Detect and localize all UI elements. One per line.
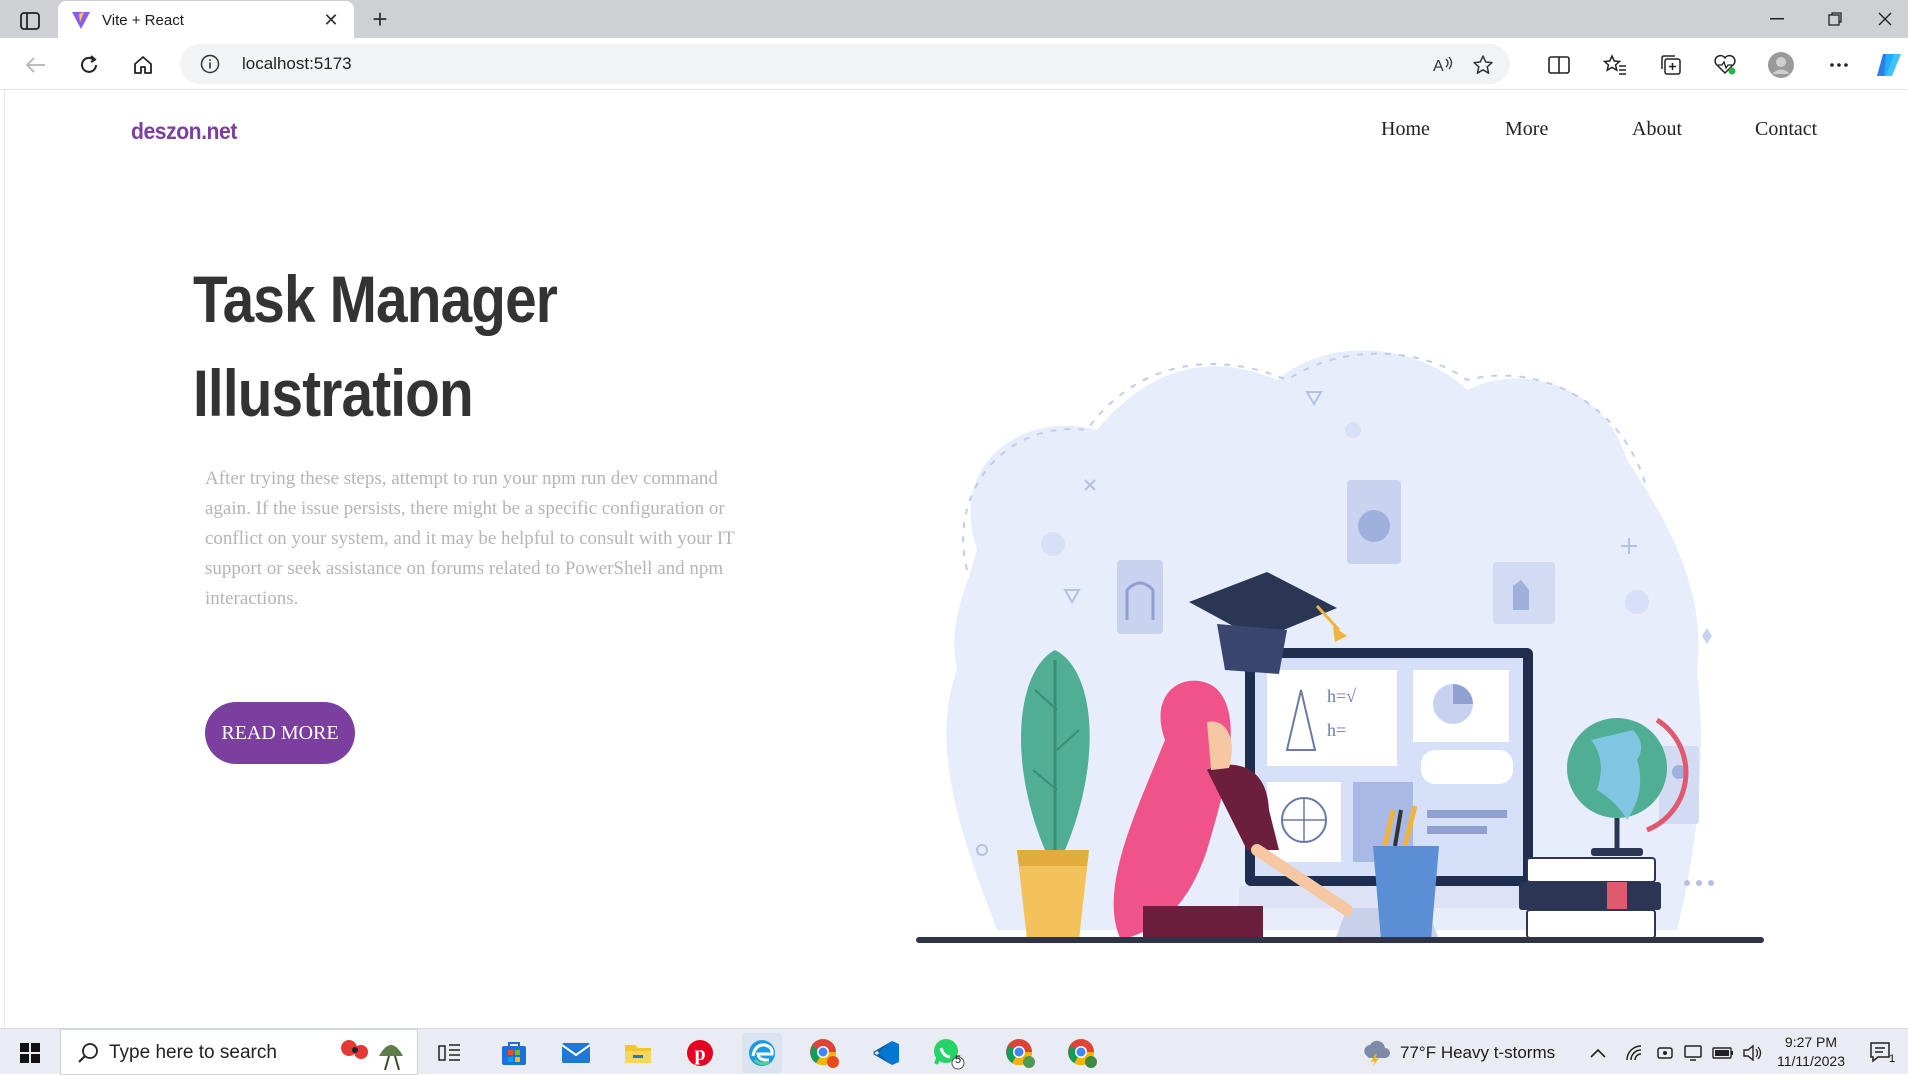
search-highlight-icon — [341, 1040, 403, 1071]
taskbar-search-input[interactable]: Type here to search — [60, 1029, 418, 1075]
favorites-icon[interactable] — [1598, 48, 1632, 82]
windows-start-icon[interactable] — [10, 1033, 50, 1073]
volume-icon[interactable] — [1740, 1033, 1766, 1073]
profile-avatar[interactable] — [1764, 48, 1798, 82]
hero-description: After trying these steps, attempt to run… — [205, 468, 735, 609]
chrome-profile-3-icon[interactable] — [1062, 1033, 1102, 1073]
hero-title-line-1: Task Manager — [193, 262, 558, 336]
browser-toolbar: localhost:5173 A — [0, 38, 1908, 90]
display-icon[interactable] — [1680, 1033, 1706, 1073]
weather-storm-icon[interactable] — [1356, 1033, 1396, 1073]
new-tab-icon[interactable]: + — [366, 6, 394, 34]
hero-title-line-2: Illustration — [193, 356, 474, 430]
split-screen-icon[interactable] — [1542, 48, 1576, 82]
vscode-icon[interactable] — [866, 1033, 906, 1073]
network-icon[interactable] — [1622, 1033, 1648, 1073]
svg-text:p: p — [694, 1043, 705, 1065]
meet-now-icon[interactable] — [1652, 1033, 1678, 1073]
show-hidden-icons-chevron-icon[interactable] — [1584, 1033, 1612, 1073]
site-logo[interactable]: deszon.net — [131, 118, 237, 145]
microsoft-store-icon[interactable] — [494, 1033, 534, 1073]
chrome-profile-1-icon[interactable] — [804, 1033, 844, 1073]
taskbar-clock[interactable]: 9:27 PM 11/11/2023 — [1770, 1033, 1852, 1071]
taskbar-search-placeholder: Type here to search — [109, 1042, 277, 1063]
minimize-icon[interactable] — [1748, 0, 1806, 38]
weather-text[interactable]: 77°F Heavy t-storms — [1400, 1043, 1555, 1063]
nav-about[interactable]: About — [1632, 118, 1682, 141]
nav-more[interactable]: More — [1505, 118, 1548, 141]
svg-text:h=√: h=√ — [1327, 686, 1356, 706]
search-icon — [78, 1043, 98, 1063]
reload-icon[interactable] — [72, 48, 106, 82]
read-more-button[interactable]: READ MORE — [205, 702, 355, 764]
site-info-icon[interactable] — [200, 54, 220, 74]
file-explorer-icon[interactable] — [618, 1033, 658, 1073]
nav-home[interactable]: Home — [1381, 118, 1430, 141]
url-text: localhost:5173 — [242, 54, 352, 73]
hero-title: Task Manager Illustration — [193, 252, 558, 440]
battery-icon[interactable] — [1710, 1033, 1736, 1073]
nav-contact[interactable]: Contact — [1755, 118, 1817, 141]
pinterest-icon[interactable]: p — [680, 1033, 720, 1073]
read-aloud-icon[interactable]: A — [1430, 52, 1456, 78]
tab-title: Vite + React — [102, 11, 184, 29]
clock-time: 9:27 PM — [1784, 1034, 1838, 1050]
notification-center-icon[interactable]: 1 — [1862, 1033, 1902, 1073]
collections-icon[interactable] — [1654, 48, 1688, 82]
notification-count: 1 — [1889, 1053, 1896, 1065]
web-page: deszon.net Home More About Contact Task … — [4, 90, 1908, 1028]
mail-icon[interactable] — [556, 1033, 596, 1073]
address-bar[interactable]: localhost:5173 A — [180, 44, 1510, 84]
close-window-icon[interactable] — [1856, 0, 1908, 38]
svg-text:A: A — [1433, 58, 1444, 75]
browser-tab-active[interactable]: Vite + React ✕ — [58, 1, 354, 39]
edge-icon[interactable] — [742, 1033, 782, 1073]
tab-close-icon[interactable]: ✕ — [320, 10, 342, 31]
tab-actions-icon[interactable] — [14, 9, 46, 33]
browser-essentials-icon[interactable] — [1708, 48, 1742, 82]
home-icon[interactable] — [126, 48, 160, 82]
chrome-profile-2-icon[interactable] — [1000, 1033, 1040, 1073]
favorite-star-icon[interactable] — [1470, 52, 1496, 78]
back-icon[interactable] — [18, 48, 52, 82]
windows-taskbar: Type here to search p 5 77°F Heavy t-sto… — [0, 1028, 1908, 1075]
whatsapp-icon[interactable]: 5 — [928, 1033, 968, 1073]
whatsapp-badge: 5 — [955, 1054, 962, 1066]
clock-date: 11/11/2023 — [1777, 1053, 1845, 1069]
browser-tabbar: Vite + React ✕ + — [0, 0, 1908, 39]
task-manager-illustration: h=√ h= — [916, 350, 1764, 943]
svg-text:h=: h= — [1327, 720, 1346, 740]
copilot-icon[interactable] — [1872, 48, 1906, 82]
vite-favicon-icon — [72, 12, 90, 29]
task-view-icon[interactable] — [430, 1033, 470, 1073]
more-options-icon[interactable] — [1822, 48, 1856, 82]
